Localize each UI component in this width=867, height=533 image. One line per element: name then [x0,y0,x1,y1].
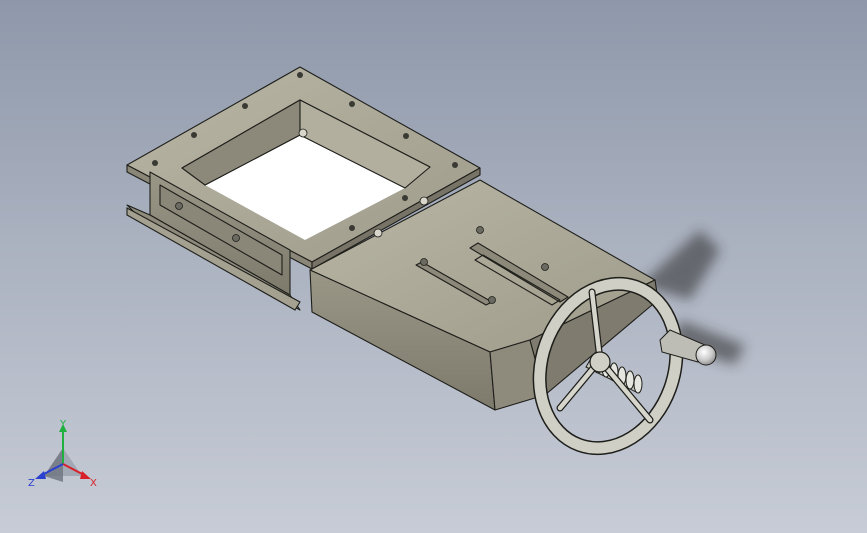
y-axis-label: Y [59,419,67,430]
z-axis-label: Z [28,478,35,489]
knife-gate-valve-model[interactable] [0,0,867,533]
x-axis-label: X [90,478,97,489]
graphics-viewport[interactable]: Y X Z [0,0,867,533]
reference-triad: Y X Z [28,419,97,489]
